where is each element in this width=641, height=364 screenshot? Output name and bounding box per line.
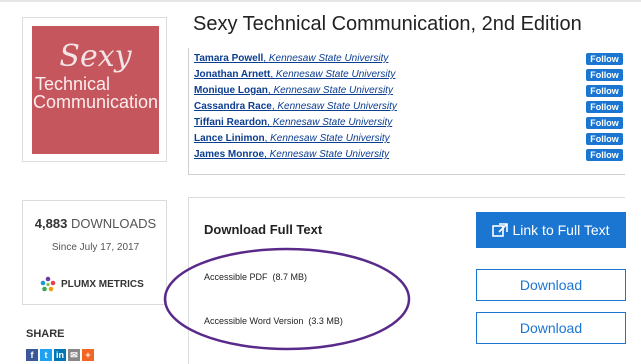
download-count-label: DOWNLOADS xyxy=(70,216,157,231)
book-cover[interactable]: Sexy Technical Communication xyxy=(22,17,167,162)
download-heading: Download Full Text xyxy=(204,222,323,237)
facebook-icon[interactable]: f xyxy=(26,349,38,361)
follow-button[interactable]: Follow xyxy=(586,133,623,145)
top-divider xyxy=(0,0,641,2)
author-item[interactable]: Tamara Powell, Kennesaw State University xyxy=(194,53,388,65)
email-icon[interactable]: ✉ xyxy=(68,349,80,361)
plumx-metrics-link[interactable]: PLUMX METRICS xyxy=(40,276,144,292)
follow-button[interactable]: Follow xyxy=(586,85,623,97)
author-institution[interactable]: Kennesaw State University xyxy=(270,133,390,144)
author-item[interactable]: Cassandra Race, Kennesaw State Universit… xyxy=(194,101,397,113)
author-name[interactable]: Lance Linimon xyxy=(194,133,265,144)
author-institution[interactable]: Kennesaw State University xyxy=(276,69,396,80)
download-count-value: 4,883 xyxy=(34,216,68,231)
download-since: Since July 17, 2017 xyxy=(51,242,140,253)
share-icons: f t in ✉ + xyxy=(26,349,96,361)
linkedin-icon[interactable]: in xyxy=(54,349,66,361)
page-title: Sexy Technical Communication, 2nd Editio… xyxy=(193,13,582,35)
cover-image: Sexy Technical Communication xyxy=(32,26,159,154)
plumx-label: PLUMX METRICS xyxy=(61,278,144,290)
author-institution[interactable]: Kennesaw State University xyxy=(269,53,389,64)
author-list: Tamara Powell, Kennesaw State University… xyxy=(188,48,625,175)
author-item[interactable]: Tiffani Reardon, Kennesaw State Universi… xyxy=(194,117,392,129)
author-institution[interactable]: Kennesaw State University xyxy=(277,101,397,112)
download-word-button[interactable]: Download xyxy=(476,312,626,344)
author-name[interactable]: James Monroe xyxy=(194,149,264,160)
author-name[interactable]: Tamara Powell xyxy=(194,53,263,64)
cover-title-line1: Sexy xyxy=(59,39,132,74)
more-icon[interactable]: + xyxy=(82,349,94,361)
follow-button[interactable]: Follow xyxy=(586,53,623,65)
follow-button[interactable]: Follow xyxy=(586,117,623,129)
link-to-full-text-button[interactable]: Link to Full Text xyxy=(476,212,626,248)
share-label: SHARE xyxy=(26,328,65,340)
author-item[interactable]: Lance Linimon, Kennesaw State University xyxy=(194,133,390,145)
author-name[interactable]: Jonathan Arnett xyxy=(194,69,270,80)
cover-title-line3: Communication xyxy=(33,92,159,112)
author-institution[interactable]: Kennesaw State University xyxy=(273,85,393,96)
cover-title-line2: Technical xyxy=(35,74,111,94)
download-stats: 4,883 DOWNLOADS Since July 17, 2017 PLUM… xyxy=(22,200,167,305)
author-item[interactable]: Monique Logan, Kennesaw State University xyxy=(194,85,393,97)
download-pdf-button[interactable]: Download xyxy=(476,269,626,301)
twitter-icon[interactable]: t xyxy=(40,349,52,361)
author-institution[interactable]: Kennesaw State University xyxy=(270,149,390,160)
author-item[interactable]: Jonathan Arnett, Kennesaw State Universi… xyxy=(194,69,395,81)
external-link-icon xyxy=(492,223,509,237)
follow-button[interactable]: Follow xyxy=(586,101,623,113)
author-name[interactable]: Monique Logan xyxy=(194,85,268,96)
author-institution[interactable]: Kennesaw State University xyxy=(273,117,393,128)
plumx-icon xyxy=(40,276,56,292)
follow-button[interactable]: Follow xyxy=(586,149,623,161)
author-name[interactable]: Cassandra Race xyxy=(194,101,272,112)
download-count: 4,883 DOWNLOADS xyxy=(23,216,168,231)
author-name[interactable]: Tiffani Reardon xyxy=(194,117,267,128)
link-to-full-text-label: Link to Full Text xyxy=(512,222,610,238)
annotation-ellipse xyxy=(163,247,411,351)
author-item[interactable]: James Monroe, Kennesaw State University xyxy=(194,149,389,161)
follow-button[interactable]: Follow xyxy=(586,69,623,81)
